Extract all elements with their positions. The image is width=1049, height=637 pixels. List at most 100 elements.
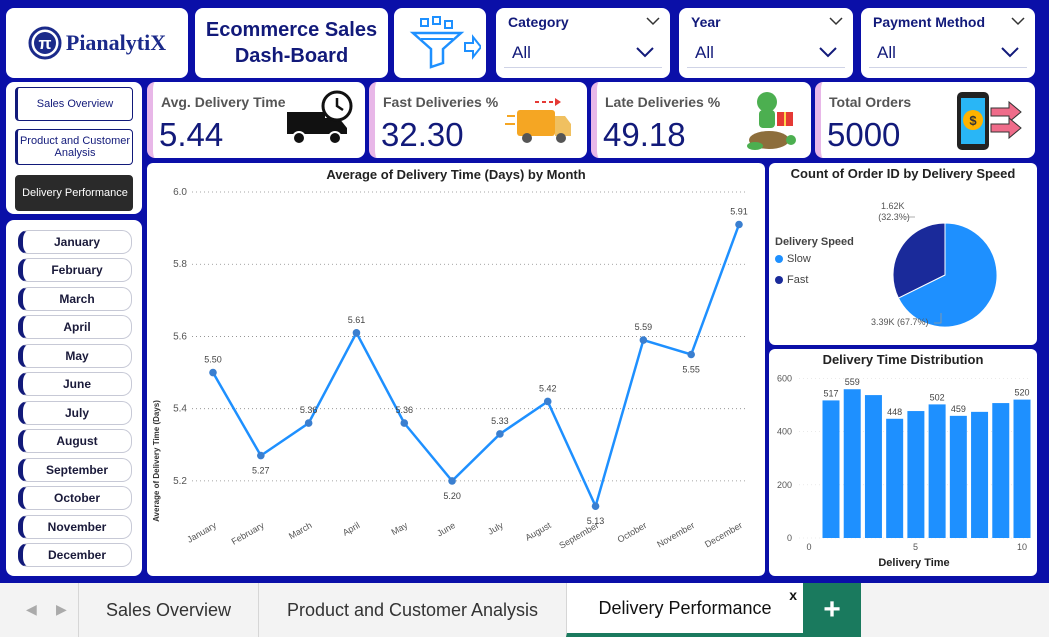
histogram-bar[interactable] xyxy=(992,403,1010,538)
line-chart-x-tick-label: October xyxy=(616,520,649,545)
tab-delivery-performance[interactable]: Delivery Performance x xyxy=(566,583,803,637)
month-button-june[interactable]: June xyxy=(18,372,132,396)
kpi-late-deliveries: Late Deliveries % 49.18 xyxy=(591,82,811,158)
pie-chart-card: Count of Order ID by Delivery Speed Deli… xyxy=(769,163,1037,345)
page-navigator: Sales Overview Product and Customer Anal… xyxy=(6,82,142,214)
page-title: Ecommerce Sales Dash-Board xyxy=(205,19,378,67)
line-chart-point[interactable] xyxy=(591,502,600,510)
logo-card: π PianalytiX xyxy=(6,8,188,78)
month-button-september[interactable]: September xyxy=(18,458,132,482)
kpi-value: 5.44 xyxy=(159,116,224,153)
histogram-chart[interactable]: 0 200 400 600 517 559 448 502 459 520 0 5 10 Deliv… xyxy=(769,349,1037,576)
payment-method-dropdown[interactable]: All xyxy=(869,38,1027,68)
histogram-bar[interactable] xyxy=(822,400,840,538)
line-chart-x-tick-label: January xyxy=(185,520,218,545)
histogram-bar[interactable] xyxy=(1013,399,1031,538)
category-dropdown[interactable]: All xyxy=(504,38,662,68)
tab-label: Sales Overview xyxy=(105,599,232,620)
chevron-down-icon[interactable] xyxy=(646,16,660,26)
title-card: Ecommerce Sales Dash-Board xyxy=(195,8,388,78)
line-chart-data-label: 5.61 xyxy=(348,315,366,325)
month-button-october[interactable]: October xyxy=(18,486,132,510)
line-chart-x-tick-label: July xyxy=(486,520,505,537)
month-button-december[interactable]: December xyxy=(18,543,132,567)
line-chart-point[interactable] xyxy=(257,451,265,460)
tab-label: Product and Customer Analysis xyxy=(286,599,539,620)
tab-next-icon[interactable]: ▶ xyxy=(56,601,67,618)
category-slicer[interactable]: Category All xyxy=(496,8,670,78)
add-page-button[interactable]: + xyxy=(803,583,861,637)
month-button-november[interactable]: November xyxy=(18,515,132,539)
kpi-label: Total Orders xyxy=(829,94,912,110)
line-chart-x-tick-label: November xyxy=(655,520,696,549)
line-chart-point[interactable] xyxy=(352,329,361,337)
payment-method-slicer[interactable]: Payment Method All xyxy=(861,8,1035,78)
line-chart-point[interactable] xyxy=(687,350,695,359)
year-dropdown[interactable]: All xyxy=(687,38,845,68)
chevron-down-icon xyxy=(819,47,837,58)
histogram-bar[interactable] xyxy=(971,411,989,538)
month-button-april[interactable]: April xyxy=(18,315,132,339)
pie-label-fast: 1.62K (32.3%) xyxy=(878,201,910,222)
line-chart-point[interactable] xyxy=(304,419,313,427)
month-button-july[interactable]: July xyxy=(18,401,132,425)
line-chart-x-tick-label: February xyxy=(230,520,267,547)
line-chart-data-label: 5.20 xyxy=(443,491,461,501)
line-chart-data-label: 5.13 xyxy=(587,516,605,526)
histogram-bar[interactable] xyxy=(949,415,967,538)
line-chart-data-label: 5.33 xyxy=(491,416,509,426)
line-chart-point[interactable] xyxy=(400,419,409,427)
line-chart-card: Average of Delivery Time (Days) by Month… xyxy=(147,163,765,576)
line-chart-y-tick-label: 5.6 xyxy=(173,331,187,342)
tab-sales-overview[interactable]: Sales Overview xyxy=(78,583,258,637)
kpi-value: 32.30 xyxy=(381,116,464,153)
histogram-x-tick-label: 10 xyxy=(1017,542,1027,552)
line-chart-y-tick-label: 6.0 xyxy=(173,187,187,198)
month-button-january[interactable]: January xyxy=(18,230,132,254)
page-tab-bar: ◀ ▶ Sales Overview Product and Customer … xyxy=(0,583,1049,637)
nav-delivery-performance-button[interactable]: Delivery Performance xyxy=(15,175,133,211)
line-chart-y-tick-label: 5.8 xyxy=(173,259,187,270)
line-chart-y-tick-label: 5.4 xyxy=(173,404,187,415)
histogram-bar[interactable] xyxy=(907,411,925,538)
line-chart-data-label: 5.55 xyxy=(682,365,700,375)
histogram-bar[interactable] xyxy=(928,404,946,538)
tab-product-customer-analysis[interactable]: Product and Customer Analysis xyxy=(258,583,566,637)
month-button-august[interactable]: August xyxy=(18,429,132,453)
line-chart[interactable]: Average of Delivery Time (Days) 5.2 5.4 5.… xyxy=(147,163,765,576)
line-chart-point[interactable] xyxy=(448,477,456,485)
kpi-label: Fast Deliveries % xyxy=(383,94,499,110)
kpi-total-orders: Total Orders 5000 $ xyxy=(815,82,1035,158)
pie-chart[interactable]: 1.62K (32.3%) 3.39K (67.7%) xyxy=(769,163,1037,345)
nav-sales-overview-button[interactable]: Sales Overview xyxy=(15,87,133,121)
histogram-x-axis-label: Delivery Time xyxy=(878,557,949,569)
tab-prev-icon[interactable]: ◀ xyxy=(26,601,37,618)
month-button-may[interactable]: May xyxy=(18,344,132,368)
tab-label: Delivery Performance xyxy=(598,597,772,618)
fast-delivery-truck-icon xyxy=(505,98,571,143)
kpi-fast-deliveries: Fast Deliveries % 32.30 xyxy=(369,82,587,158)
line-chart-point[interactable] xyxy=(639,336,648,344)
kpi-value: 5000 xyxy=(827,116,901,153)
histogram-x-tick-label: 0 xyxy=(806,542,811,552)
histogram-bar[interactable] xyxy=(886,418,904,538)
filter-icon-card[interactable] xyxy=(394,8,486,78)
tab-close-icon[interactable]: x xyxy=(789,587,797,603)
line-chart-point[interactable] xyxy=(209,368,217,377)
chevron-down-icon[interactable] xyxy=(1011,16,1025,26)
line-chart-point[interactable] xyxy=(735,220,743,229)
chevron-down-icon xyxy=(636,47,654,58)
mobile-payment-icon: $ xyxy=(957,92,1022,150)
filter-funnel-icon xyxy=(409,16,481,69)
year-value: All xyxy=(695,42,714,62)
pi-logo-icon: π xyxy=(28,26,62,60)
histogram-bar[interactable] xyxy=(864,395,882,538)
month-button-march[interactable]: March xyxy=(18,287,132,311)
chevron-down-icon[interactable] xyxy=(829,16,843,26)
year-slicer[interactable]: Year All xyxy=(679,8,853,78)
month-button-february[interactable]: February xyxy=(18,258,132,282)
line-chart-point[interactable] xyxy=(543,397,552,406)
line-chart-point[interactable] xyxy=(496,430,504,438)
histogram-bar[interactable] xyxy=(843,389,861,538)
nav-product-customer-button[interactable]: Product and Customer Analysis xyxy=(15,129,133,165)
